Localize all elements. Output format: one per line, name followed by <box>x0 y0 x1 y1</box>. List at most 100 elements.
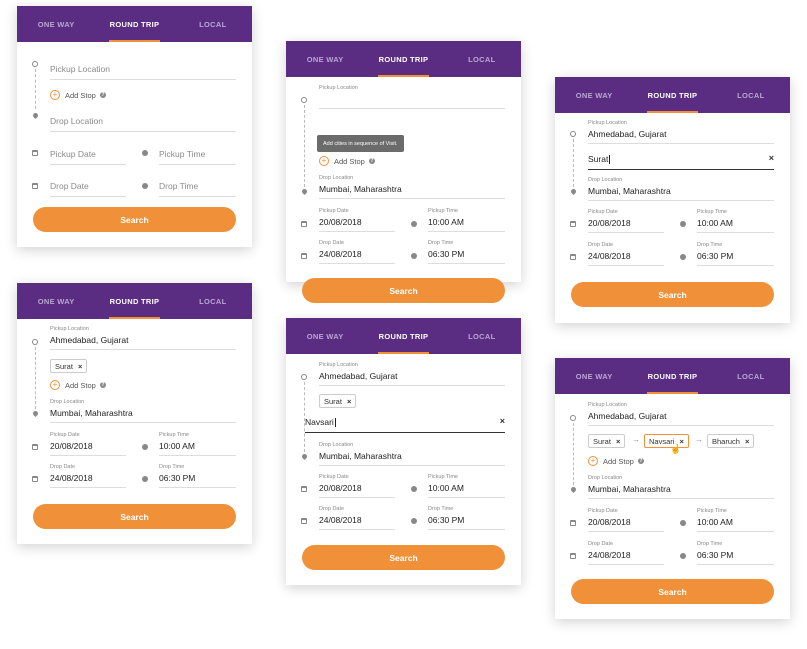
add-stop-button[interactable]: + Add Stop ? <box>50 90 106 100</box>
tab-local[interactable]: LOCAL <box>443 41 521 77</box>
stop-input[interactable]: Surat × <box>588 151 774 170</box>
remove-stop-icon[interactable]: × <box>745 437 749 446</box>
drop-location-field[interactable]: Drop Location Mumbai, Maharashtra <box>319 175 505 199</box>
pickup-location-field[interactable]: Pickup Location Ahmedabad, Gujarat <box>319 362 505 386</box>
pickup-time-field[interactable]: Pickup Time 10:00 AM <box>697 508 774 532</box>
arrow-right-icon: → <box>632 435 640 444</box>
tab-one-way[interactable]: ONE WAY <box>17 283 95 319</box>
tab-one-way[interactable]: ONE WAY <box>555 77 633 113</box>
pickup-date-field[interactable]: Pickup Date <box>50 141 126 165</box>
drop-location-field[interactable]: Drop Location Mumbai, Maharashtra <box>588 475 774 499</box>
drop-location-field[interactable]: Drop Location <box>50 108 236 132</box>
clear-input-icon[interactable]: × <box>500 416 505 426</box>
tab-one-way[interactable]: ONE WAY <box>286 41 364 77</box>
pickup-location-field[interactable]: Pickup Location <box>50 56 236 80</box>
drop-date-field[interactable]: Drop Date 24/08/2018 <box>588 242 664 266</box>
drop-date-value: 24/08/2018 <box>319 249 362 259</box>
location-pin-icon <box>569 187 578 196</box>
pickup-date-label: Pickup Date <box>50 432 80 438</box>
calendar-icon <box>570 254 576 260</box>
drop-date-field[interactable]: Drop Date <box>50 173 126 197</box>
tab-round-trip[interactable]: ROUND TRIP <box>364 41 442 77</box>
remove-stop-icon[interactable]: × <box>78 362 82 371</box>
add-stop-button[interactable]: + Add Stop ? <box>588 456 644 466</box>
pickup-date-value: 20/08/2018 <box>319 217 362 227</box>
tab-round-trip[interactable]: ROUND TRIP <box>633 77 711 113</box>
tab-one-way[interactable]: ONE WAY <box>286 318 364 354</box>
tab-round-trip[interactable]: ROUND TRIP <box>95 283 173 319</box>
drop-time-field[interactable]: Drop Time <box>159 173 236 197</box>
pickup-date-field[interactable]: Pickup Date 20/08/2018 <box>319 208 395 232</box>
tab-local[interactable]: LOCAL <box>443 318 521 354</box>
remove-stop-icon[interactable]: × <box>347 397 351 406</box>
search-button[interactable]: Search <box>33 207 236 232</box>
pickup-time-field[interactable]: Pickup Time 10:00 AM <box>159 432 236 456</box>
pickup-time-field[interactable]: Pickup Time 10:00 AM <box>428 208 505 232</box>
pickup-time-field[interactable]: Pickup Time <box>159 141 236 165</box>
tab-local[interactable]: LOCAL <box>712 358 790 394</box>
remove-stop-icon[interactable]: × <box>616 437 620 446</box>
drop-location-field[interactable]: Drop Location Mumbai, Maharashtra <box>319 442 505 466</box>
tab-round-trip[interactable]: ROUND TRIP <box>364 318 442 354</box>
help-icon[interactable]: ? <box>99 382 106 388</box>
pickup-time-field[interactable]: Pickup Time 10:00 AM <box>697 209 774 233</box>
drop-time-value: 06:30 PM <box>428 515 465 525</box>
pickup-date-value: 20/08/2018 <box>588 517 631 527</box>
drop-location-label: Drop Location <box>319 175 354 181</box>
pickup-location-field[interactable]: Pickup Location Ahmedabad, Gujarat <box>588 402 774 426</box>
drop-date-field[interactable]: Drop Date 24/08/2018 <box>319 506 395 530</box>
pickup-date-field[interactable]: Pickup Date 20/08/2018 <box>588 508 664 532</box>
stop-chip[interactable]: Surat × <box>319 394 357 408</box>
help-icon[interactable]: ? <box>637 458 644 464</box>
tab-one-way[interactable]: ONE WAY <box>17 6 95 42</box>
drop-time-field[interactable]: Drop Time 06:30 PM <box>697 541 774 565</box>
tab-local[interactable]: LOCAL <box>174 6 252 42</box>
plus-icon: + <box>319 156 329 166</box>
search-button[interactable]: Search <box>33 504 236 529</box>
pickup-date-field[interactable]: Pickup Date 20/08/2018 <box>50 432 126 456</box>
drop-location-field[interactable]: Drop Location Mumbai, Maharashtra <box>588 177 774 201</box>
drop-location-field[interactable]: Drop Location Mumbai, Maharashtra <box>50 399 236 423</box>
search-button[interactable]: Search <box>302 278 505 303</box>
pickup-date-value: 20/08/2018 <box>588 218 631 228</box>
drop-time-field[interactable]: Drop Time 06:30 PM <box>428 240 505 264</box>
tab-round-trip[interactable]: ROUND TRIP <box>633 358 711 394</box>
drop-date-field[interactable]: Drop Date 24/08/2018 <box>588 541 664 565</box>
calendar-icon <box>570 553 576 559</box>
drop-location-label: Drop Location <box>319 442 354 448</box>
pickup-date-field[interactable]: Pickup Date 20/08/2018 <box>319 474 395 498</box>
stop-input[interactable]: Navsari × <box>305 414 505 433</box>
tab-local[interactable]: LOCAL <box>174 283 252 319</box>
help-icon[interactable]: ? <box>99 92 106 98</box>
drop-date-field[interactable]: Drop Date 24/08/2018 <box>319 240 395 264</box>
pickup-location-field[interactable]: Pickup Location <box>319 85 505 109</box>
drop-date-field[interactable]: Drop Date 24/08/2018 <box>50 464 126 488</box>
tab-round-trip[interactable]: ROUND TRIP <box>95 6 173 42</box>
pickup-location-field[interactable]: Pickup Location Ahmedabad, Gujarat <box>588 120 774 144</box>
help-icon[interactable]: ? <box>368 158 375 164</box>
drop-time-label: Drop Time <box>428 240 454 246</box>
pickup-time-value: 10:00 AM <box>428 483 464 493</box>
calendar-icon <box>32 444 38 450</box>
pickup-date-field[interactable]: Pickup Date 20/08/2018 <box>588 209 664 233</box>
tab-local[interactable]: LOCAL <box>712 77 790 113</box>
drop-time-field[interactable]: Drop Time 06:30 PM <box>428 506 505 530</box>
pickup-location-field[interactable]: Pickup Location Ahmedabad, Gujarat <box>50 326 236 350</box>
stop-chip[interactable]: Surat × <box>588 434 626 448</box>
drop-time-field[interactable]: Drop Time 06:30 PM <box>159 464 236 488</box>
stop-chip[interactable]: Bharuch × <box>707 434 755 448</box>
tab-one-way[interactable]: ONE WAY <box>555 358 633 394</box>
search-button[interactable]: Search <box>571 282 774 307</box>
pickup-dot-icon <box>32 339 38 345</box>
drop-time-field[interactable]: Drop Time 06:30 PM <box>697 242 774 266</box>
stop-chip[interactable]: Navsari × <box>644 434 689 448</box>
search-button[interactable]: Search <box>302 545 505 570</box>
search-button[interactable]: Search <box>571 579 774 604</box>
stop-chip[interactable]: Surat × <box>50 359 88 373</box>
clear-input-icon[interactable]: × <box>769 153 774 163</box>
route-line <box>35 347 36 409</box>
add-stop-button[interactable]: + Add Stop ? <box>50 380 106 390</box>
pickup-location-value: Ahmedabad, Gujarat <box>588 411 667 421</box>
pickup-time-field[interactable]: Pickup Time 10:00 AM <box>428 474 505 498</box>
add-stop-button[interactable]: + Add Stop ? <box>319 156 375 166</box>
